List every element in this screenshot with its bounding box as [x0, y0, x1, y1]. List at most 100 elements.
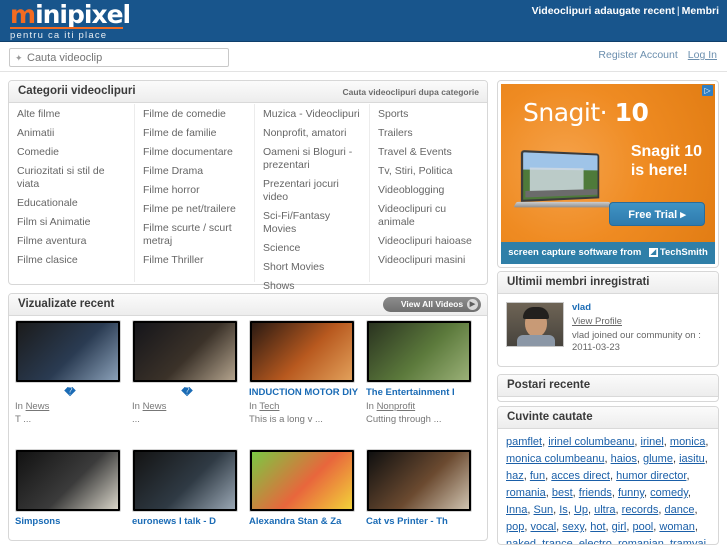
video-title[interactable]: Cat vs Printer - Th: [366, 516, 476, 527]
video-thumbnail[interactable]: [366, 320, 472, 383]
tag-link[interactable]: acces direct: [551, 470, 610, 482]
member-username[interactable]: vlad: [572, 302, 712, 313]
category-link[interactable]: Educationale: [17, 197, 134, 210]
tag-link[interactable]: sexy: [562, 521, 584, 533]
category-link[interactable]: Filme de familie: [143, 127, 254, 140]
tag-link[interactable]: pamflet: [506, 436, 542, 448]
video-title[interactable]: �: [132, 387, 242, 398]
video-card[interactable]: � In News T ...: [15, 320, 125, 426]
video-card[interactable]: Cat vs Printer - Th: [366, 449, 476, 527]
category-link[interactable]: Filme pe net/trailere: [143, 203, 254, 216]
view-profile-link[interactable]: View Profile: [572, 316, 712, 327]
view-all-videos-button[interactable]: View All Videos ▶: [383, 297, 481, 312]
tag-link[interactable]: Sun: [534, 504, 554, 516]
video-category-link[interactable]: News: [26, 401, 50, 412]
category-link[interactable]: Prezentari jocuri video: [263, 178, 369, 204]
category-link[interactable]: Filme scurte / scurt metraj: [143, 222, 254, 248]
nav-members[interactable]: Membri: [682, 5, 719, 17]
category-link[interactable]: Filme Drama: [143, 165, 254, 178]
category-link[interactable]: Film si Animatie: [17, 216, 134, 229]
tag-link[interactable]: ultra: [594, 504, 615, 516]
video-thumbnail[interactable]: [15, 320, 121, 383]
tag-link[interactable]: pool: [632, 521, 653, 533]
tag-link[interactable]: glume: [643, 453, 673, 465]
category-link[interactable]: Tv, Stiri, Politica: [378, 165, 487, 178]
tag-link[interactable]: friends: [579, 487, 612, 499]
register-account-link[interactable]: Register Account: [598, 49, 677, 61]
category-link[interactable]: Short Movies: [263, 261, 369, 274]
tag-link[interactable]: romania: [506, 487, 546, 499]
category-link[interactable]: Animatii: [17, 127, 134, 140]
tag-link[interactable]: Up: [574, 504, 588, 516]
video-card[interactable]: INDUCTION MOTOR DIY In Tech This is a long…: [249, 320, 359, 426]
category-link[interactable]: Nonprofit, amatori: [263, 127, 369, 140]
tag-link[interactable]: pop: [506, 521, 524, 533]
tag-link[interactable]: romanian: [618, 538, 664, 544]
category-link[interactable]: Filme horror: [143, 184, 254, 197]
tag-link[interactable]: irinel: [641, 436, 664, 448]
video-thumbnail[interactable]: [249, 320, 355, 383]
tag-link[interactable]: funny: [618, 487, 644, 499]
tag-link[interactable]: girl: [612, 521, 627, 533]
category-link[interactable]: Videoclipuri masini: [378, 254, 487, 267]
category-link[interactable]: Trailers: [378, 127, 487, 140]
tag-link[interactable]: naked: [506, 538, 536, 544]
video-title[interactable]: Simpsons: [15, 516, 125, 527]
category-link[interactable]: Travel & Events: [378, 146, 487, 159]
video-thumbnail[interactable]: [132, 320, 238, 383]
category-link[interactable]: Sci-Fi/Fantasy Movies: [263, 210, 369, 236]
category-link[interactable]: Filme clasice: [17, 254, 134, 267]
video-title[interactable]: The Entertainment I: [366, 387, 476, 398]
video-card[interactable]: Alexandra Stan & Za: [249, 449, 359, 527]
category-link[interactable]: Sports: [378, 108, 487, 121]
tag-link[interactable]: hot: [590, 521, 605, 533]
category-link[interactable]: Filme Thriller: [143, 254, 254, 267]
video-category-link[interactable]: News: [143, 401, 167, 412]
search-input[interactable]: [27, 51, 223, 65]
adchoices-icon[interactable]: ▷: [702, 85, 713, 96]
tag-link[interactable]: Inna: [506, 504, 527, 516]
video-title[interactable]: euronews I talk - D: [132, 516, 242, 527]
tag-link[interactable]: monica: [670, 436, 705, 448]
tag-link[interactable]: irinel columbeanu: [548, 436, 634, 448]
category-link[interactable]: Filme de comedie: [143, 108, 254, 121]
video-category-link[interactable]: Tech: [259, 401, 279, 412]
search-box[interactable]: ✦: [9, 48, 229, 67]
video-card[interactable]: The Entertainment I In Nonprofit Cutting t…: [366, 320, 476, 426]
tag-link[interactable]: humor director: [616, 470, 686, 482]
category-link[interactable]: Alte filme: [17, 108, 134, 121]
nav-recent-videos[interactable]: Videoclipuri adaugate recent: [532, 5, 675, 17]
category-link[interactable]: Shows: [263, 280, 369, 293]
category-link[interactable]: Muzica - Videoclipuri: [263, 108, 369, 121]
category-link[interactable]: Filme aventura: [17, 235, 134, 248]
tag-link[interactable]: dance: [664, 504, 694, 516]
video-card[interactable]: � In News...: [132, 320, 242, 426]
tag-link[interactable]: fun: [530, 470, 545, 482]
category-link[interactable]: Videoclipuri cu animale: [378, 203, 487, 229]
log-in-link[interactable]: Log In: [688, 49, 717, 61]
video-thumbnail[interactable]: [132, 449, 238, 512]
advertisement-box[interactable]: ▷ Snagit· 10 Snagit 10 is here! Free Tri…: [497, 80, 719, 268]
tag-link[interactable]: electro: [579, 538, 612, 544]
tag-link[interactable]: woman: [659, 521, 694, 533]
tag-link[interactable]: trance: [542, 538, 573, 544]
tag-link[interactable]: Is: [559, 504, 568, 516]
tag-link[interactable]: records: [622, 504, 659, 516]
free-trial-button[interactable]: Free Trial ▸: [609, 202, 705, 226]
advertisement-creative[interactable]: ▷ Snagit· 10 Snagit 10 is here! Free Tri…: [501, 84, 715, 264]
video-thumbnail[interactable]: [15, 449, 121, 512]
tag-link[interactable]: haios: [611, 453, 637, 465]
category-link[interactable]: Oameni si Bloguri - prezentari: [263, 146, 369, 172]
tag-link[interactable]: vocal: [530, 521, 556, 533]
video-category-link[interactable]: Nonprofit: [377, 401, 416, 412]
video-card[interactable]: euronews I talk - D: [132, 449, 242, 527]
category-link[interactable]: Curiozitati si stil de viata: [17, 165, 134, 191]
category-link[interactable]: Videoblogging: [378, 184, 487, 197]
tag-link[interactable]: best: [552, 487, 573, 499]
video-title[interactable]: Alexandra Stan & Za: [249, 516, 359, 527]
tag-link[interactable]: monica columbeanu: [506, 453, 604, 465]
avatar[interactable]: [506, 302, 564, 347]
video-thumbnail[interactable]: [249, 449, 355, 512]
tag-link[interactable]: iasitu: [679, 453, 705, 465]
video-card[interactable]: Simpsons: [15, 449, 125, 527]
